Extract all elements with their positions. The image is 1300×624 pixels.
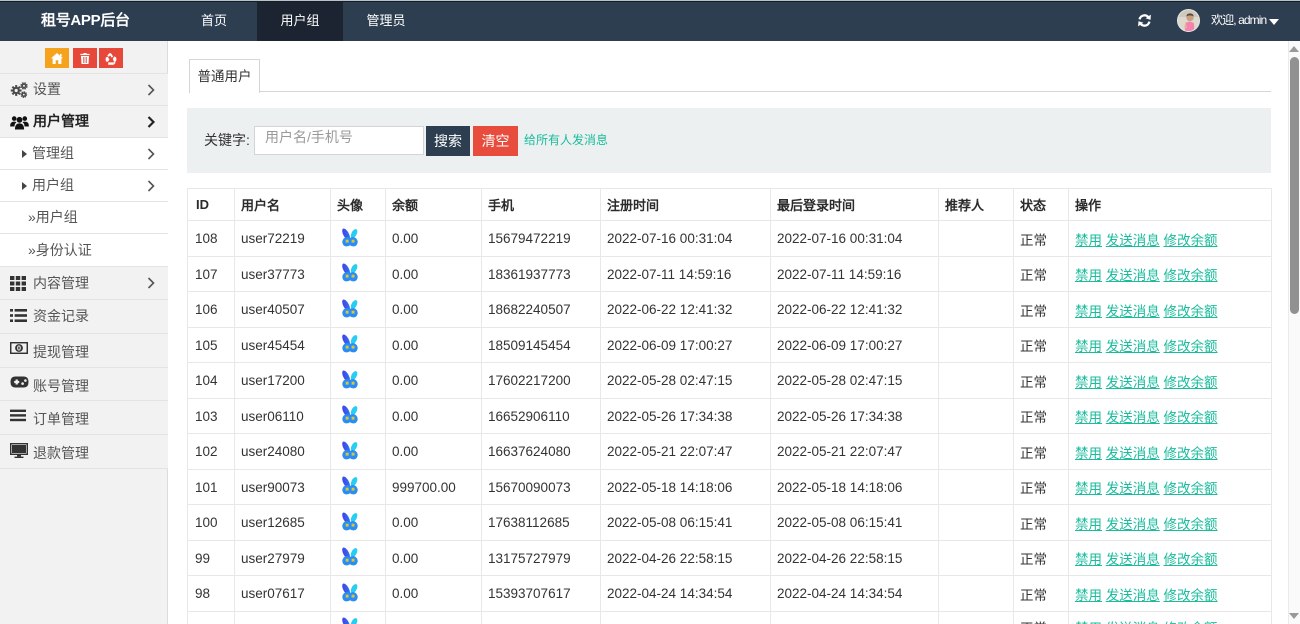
svg-text:0: 0 <box>17 344 21 353</box>
